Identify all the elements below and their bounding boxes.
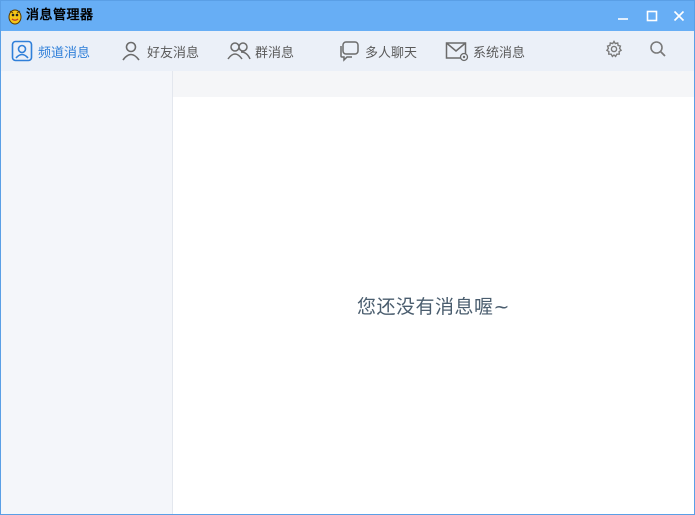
- multi-chat-icon: [337, 39, 361, 63]
- minimize-button[interactable]: [608, 1, 638, 31]
- friend-icon: [119, 39, 143, 63]
- close-button[interactable]: [664, 1, 694, 31]
- tab-label: 多人聊天: [365, 45, 418, 61]
- channel-user-icon: [10, 39, 34, 63]
- tab-channel-messages[interactable]: 频道消息: [10, 31, 90, 71]
- message-manager-window: 消息管理器 频道消息 好友消息 群消息 多人聊天 系统消息 您还没有消息喔~: [0, 0, 695, 515]
- contact-sidebar: [1, 71, 173, 514]
- message-content-area: 您还没有消息喔~: [173, 97, 694, 514]
- title-bar[interactable]: 消息管理器: [1, 1, 694, 31]
- tab-friend-messages[interactable]: 好友消息: [119, 31, 199, 71]
- search-icon: [649, 40, 667, 62]
- empty-state-message: 您还没有消息喔~: [357, 296, 510, 318]
- tab-system-messages[interactable]: 系统消息: [445, 31, 525, 71]
- group-icon: [227, 39, 251, 63]
- minimize-icon: [617, 7, 629, 26]
- tab-multi-chat[interactable]: 多人聊天: [337, 31, 417, 71]
- tab-label: 群消息: [255, 45, 295, 61]
- maximize-icon: [646, 7, 658, 26]
- settings-button[interactable]: [602, 39, 626, 63]
- close-icon: [673, 7, 685, 26]
- search-button[interactable]: [646, 39, 670, 63]
- content-header: [173, 71, 694, 97]
- tab-group-messages[interactable]: 群消息: [227, 31, 294, 71]
- window-title: 消息管理器: [26, 8, 94, 23]
- tab-bar: 频道消息 好友消息 群消息 多人聊天 系统消息: [1, 31, 694, 71]
- tab-label: 系统消息: [473, 45, 526, 61]
- maximize-button[interactable]: [637, 1, 667, 31]
- tab-label: 好友消息: [147, 45, 200, 61]
- tab-label: 频道消息: [38, 45, 91, 61]
- app-logo-icon: [6, 7, 24, 25]
- system-mail-icon: [445, 39, 469, 63]
- gear-icon: [605, 40, 623, 62]
